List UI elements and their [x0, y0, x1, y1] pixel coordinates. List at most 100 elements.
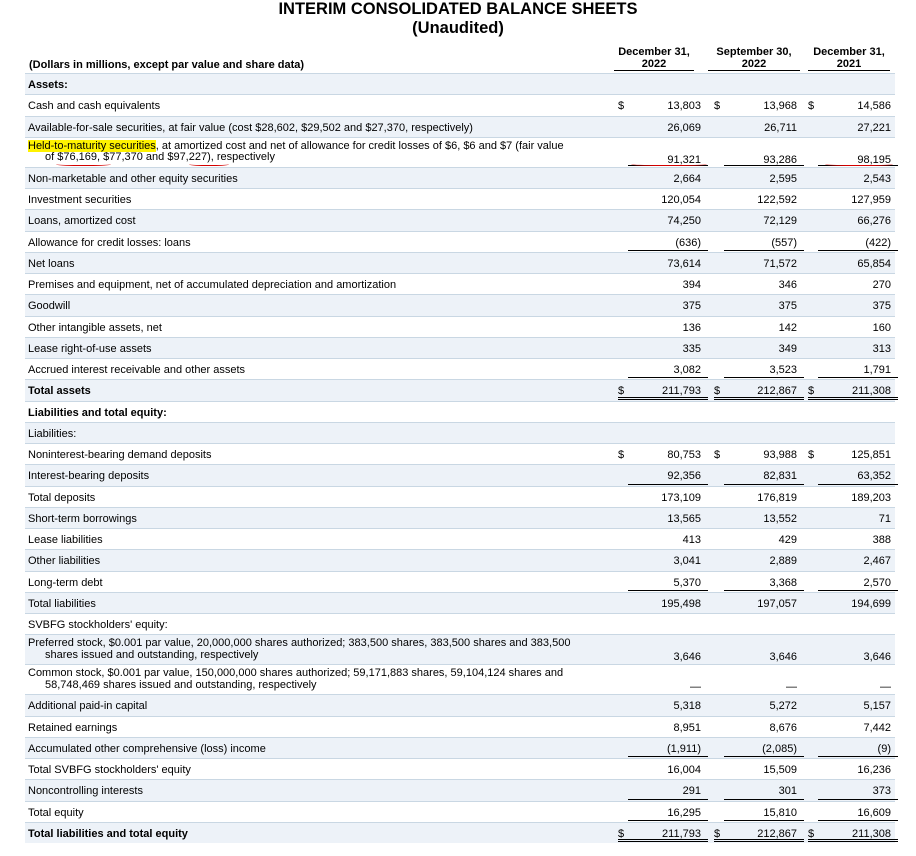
cell-value: 375 — [778, 300, 797, 313]
table-row: Total liabilities 195,498 197,057 194,699 — [25, 591, 895, 613]
row-label: Total equity — [28, 807, 84, 819]
row-label: Held-to-maturity securities, at amortize… — [28, 139, 608, 164]
row-label-text: Interest-bearing deposits — [28, 470, 150, 483]
cell-value: 26,069 — [667, 121, 701, 134]
row-label: Noncontrolling interests — [28, 785, 143, 797]
cell-value: 16,004 — [667, 764, 701, 776]
cell-value: 194,699 — [851, 597, 891, 610]
cell-value: 3,523 — [769, 364, 797, 376]
cell-value: 211,308 — [852, 385, 891, 398]
single-underline — [818, 798, 898, 800]
cell-value: — — [786, 681, 797, 694]
single-underline — [724, 164, 804, 166]
cell-value: 71 — [878, 512, 891, 525]
table-row: Lease right-of-use assets 335 349 313 — [25, 336, 895, 358]
row-label-text: Lease right-of-use assets — [28, 342, 152, 355]
table-row: Net loans 73,614 71,572 65,854 — [25, 251, 895, 273]
cell-value: 388 — [872, 534, 891, 546]
cell-value: 2,467 — [863, 555, 891, 568]
red-annotation-underline — [56, 162, 111, 166]
cell-value: 8,951 — [673, 721, 701, 734]
single-underline — [818, 756, 898, 757]
row-label-text: Liabilities and total equity: — [28, 406, 167, 419]
table-row: SVBFG stockholders' equity: — [25, 613, 895, 634]
row-label-text: Additional paid-in capital — [28, 700, 148, 713]
table-row: Preferred stock, $0.001 par value, 20,00… — [25, 634, 895, 665]
cell-value: 15,509 — [763, 764, 797, 776]
row-label-text: SVBFG stockholders' equity: — [28, 619, 168, 631]
cell-value: 1,791 — [863, 364, 891, 376]
table-row: Liabilities and total equity: — [25, 400, 895, 422]
cell-value: 122,592 — [757, 194, 797, 206]
cell-value: 14,586 — [857, 100, 891, 113]
report-title: INTERIM CONSOLIDATED BALANCE SHEETS — [278, 0, 638, 18]
row-label: Accrued interest receivable and other as… — [28, 364, 245, 376]
row-label: Retained earnings — [28, 722, 117, 734]
cell-value: 349 — [778, 342, 797, 355]
table-row: Total liabilities and total equity $211,7… — [25, 821, 898, 843]
cell-value: 212,867 — [757, 385, 797, 398]
row-label: Interest-bearing deposits — [28, 470, 149, 482]
row-label: Goodwill — [28, 300, 70, 312]
row-label: Liabilities: — [28, 428, 76, 440]
cell-value: 80,753 — [667, 449, 701, 461]
row-label-text: Premises and equipment, net of accumulat… — [28, 279, 397, 291]
cell-value: 176,819 — [757, 491, 797, 504]
single-underline — [818, 249, 898, 251]
cell-value: 26,711 — [764, 121, 797, 134]
row-label-text: Accrued interest receivable and other as… — [28, 364, 246, 376]
unit-label: (Dollars in millions, except par value a… — [29, 59, 305, 71]
cell-value: (2,085) — [762, 742, 797, 755]
cell-value: 211,793 — [662, 827, 701, 840]
row-label: Non-marketable and other equity securiti… — [28, 173, 238, 185]
single-underline — [818, 589, 898, 591]
row-label-text: Total SVBFG stockholders' equity — [28, 764, 191, 776]
row-label-line2: 58,748,469 shares issued and outstanding… — [45, 678, 317, 691]
table-row: Noninterest-bearing demand deposits $80,7… — [25, 443, 895, 464]
row-label: Available-for-sale securities, at fair v… — [28, 122, 473, 134]
cell-value: 13,552 — [763, 512, 797, 525]
cell-value: 27,221 — [857, 121, 891, 134]
single-underline — [724, 798, 804, 800]
single-underline — [628, 483, 708, 485]
currency-symbol: $ — [618, 100, 625, 113]
cell-value: 74,250 — [667, 215, 701, 228]
cell-value: 13,803 — [667, 100, 701, 113]
cell-value: (1,911) — [666, 742, 701, 755]
row-label: Other intangible assets, net — [28, 322, 162, 334]
row-label-text: Goodwill — [28, 300, 71, 313]
row-label-text: Total equity — [28, 806, 84, 819]
single-underline — [628, 249, 708, 251]
row-label: Preferred stock, $0.001 par value, 20,00… — [28, 638, 608, 661]
row-label-text: Short-term borrowings — [28, 512, 137, 525]
cell-value: 429 — [778, 534, 797, 546]
cell-value: 16,236 — [857, 764, 891, 776]
table-row: Total SVBFG stockholders' equity 16,004 15… — [25, 758, 895, 779]
row-label-text: Long-term debt — [28, 576, 103, 589]
highlighted-text: Held-to-maturity securities — [28, 139, 156, 152]
cell-value: 3,082 — [673, 364, 701, 376]
row-label: Total SVBFG stockholders' equity — [28, 764, 191, 776]
single-underline — [724, 249, 804, 251]
row-label: Additional paid-in capital — [28, 700, 147, 712]
currency-symbol: $ — [808, 827, 815, 840]
cell-value: (422) — [865, 236, 891, 249]
cell-value: 373 — [872, 785, 891, 798]
row-label-text: Liabilities: — [28, 427, 77, 440]
row-label-text: Assets: — [28, 79, 68, 91]
single-underline — [724, 756, 804, 757]
row-label-text: Total liabilities and total equity — [28, 827, 188, 840]
cell-value: 413 — [682, 534, 701, 546]
cell-value: 2,595 — [769, 172, 797, 185]
single-underline — [724, 589, 804, 591]
row-label: Other liabilities — [28, 555, 100, 567]
row-label-text: Lease liabilities — [28, 534, 103, 546]
double-underline — [808, 396, 898, 400]
table-row: Investment securities 120,054 122,592 127,9… — [25, 188, 895, 209]
cell-value: 173,109 — [661, 491, 701, 504]
row-label: Premises and equipment, net of accumulat… — [28, 279, 396, 291]
cell-value: 2,570 — [863, 576, 891, 589]
row-label: Lease right-of-use assets — [28, 343, 152, 355]
cell-value: 93,988 — [763, 449, 797, 461]
table-row: Total assets $211,793 $212,867 $211,308 — [25, 379, 898, 401]
